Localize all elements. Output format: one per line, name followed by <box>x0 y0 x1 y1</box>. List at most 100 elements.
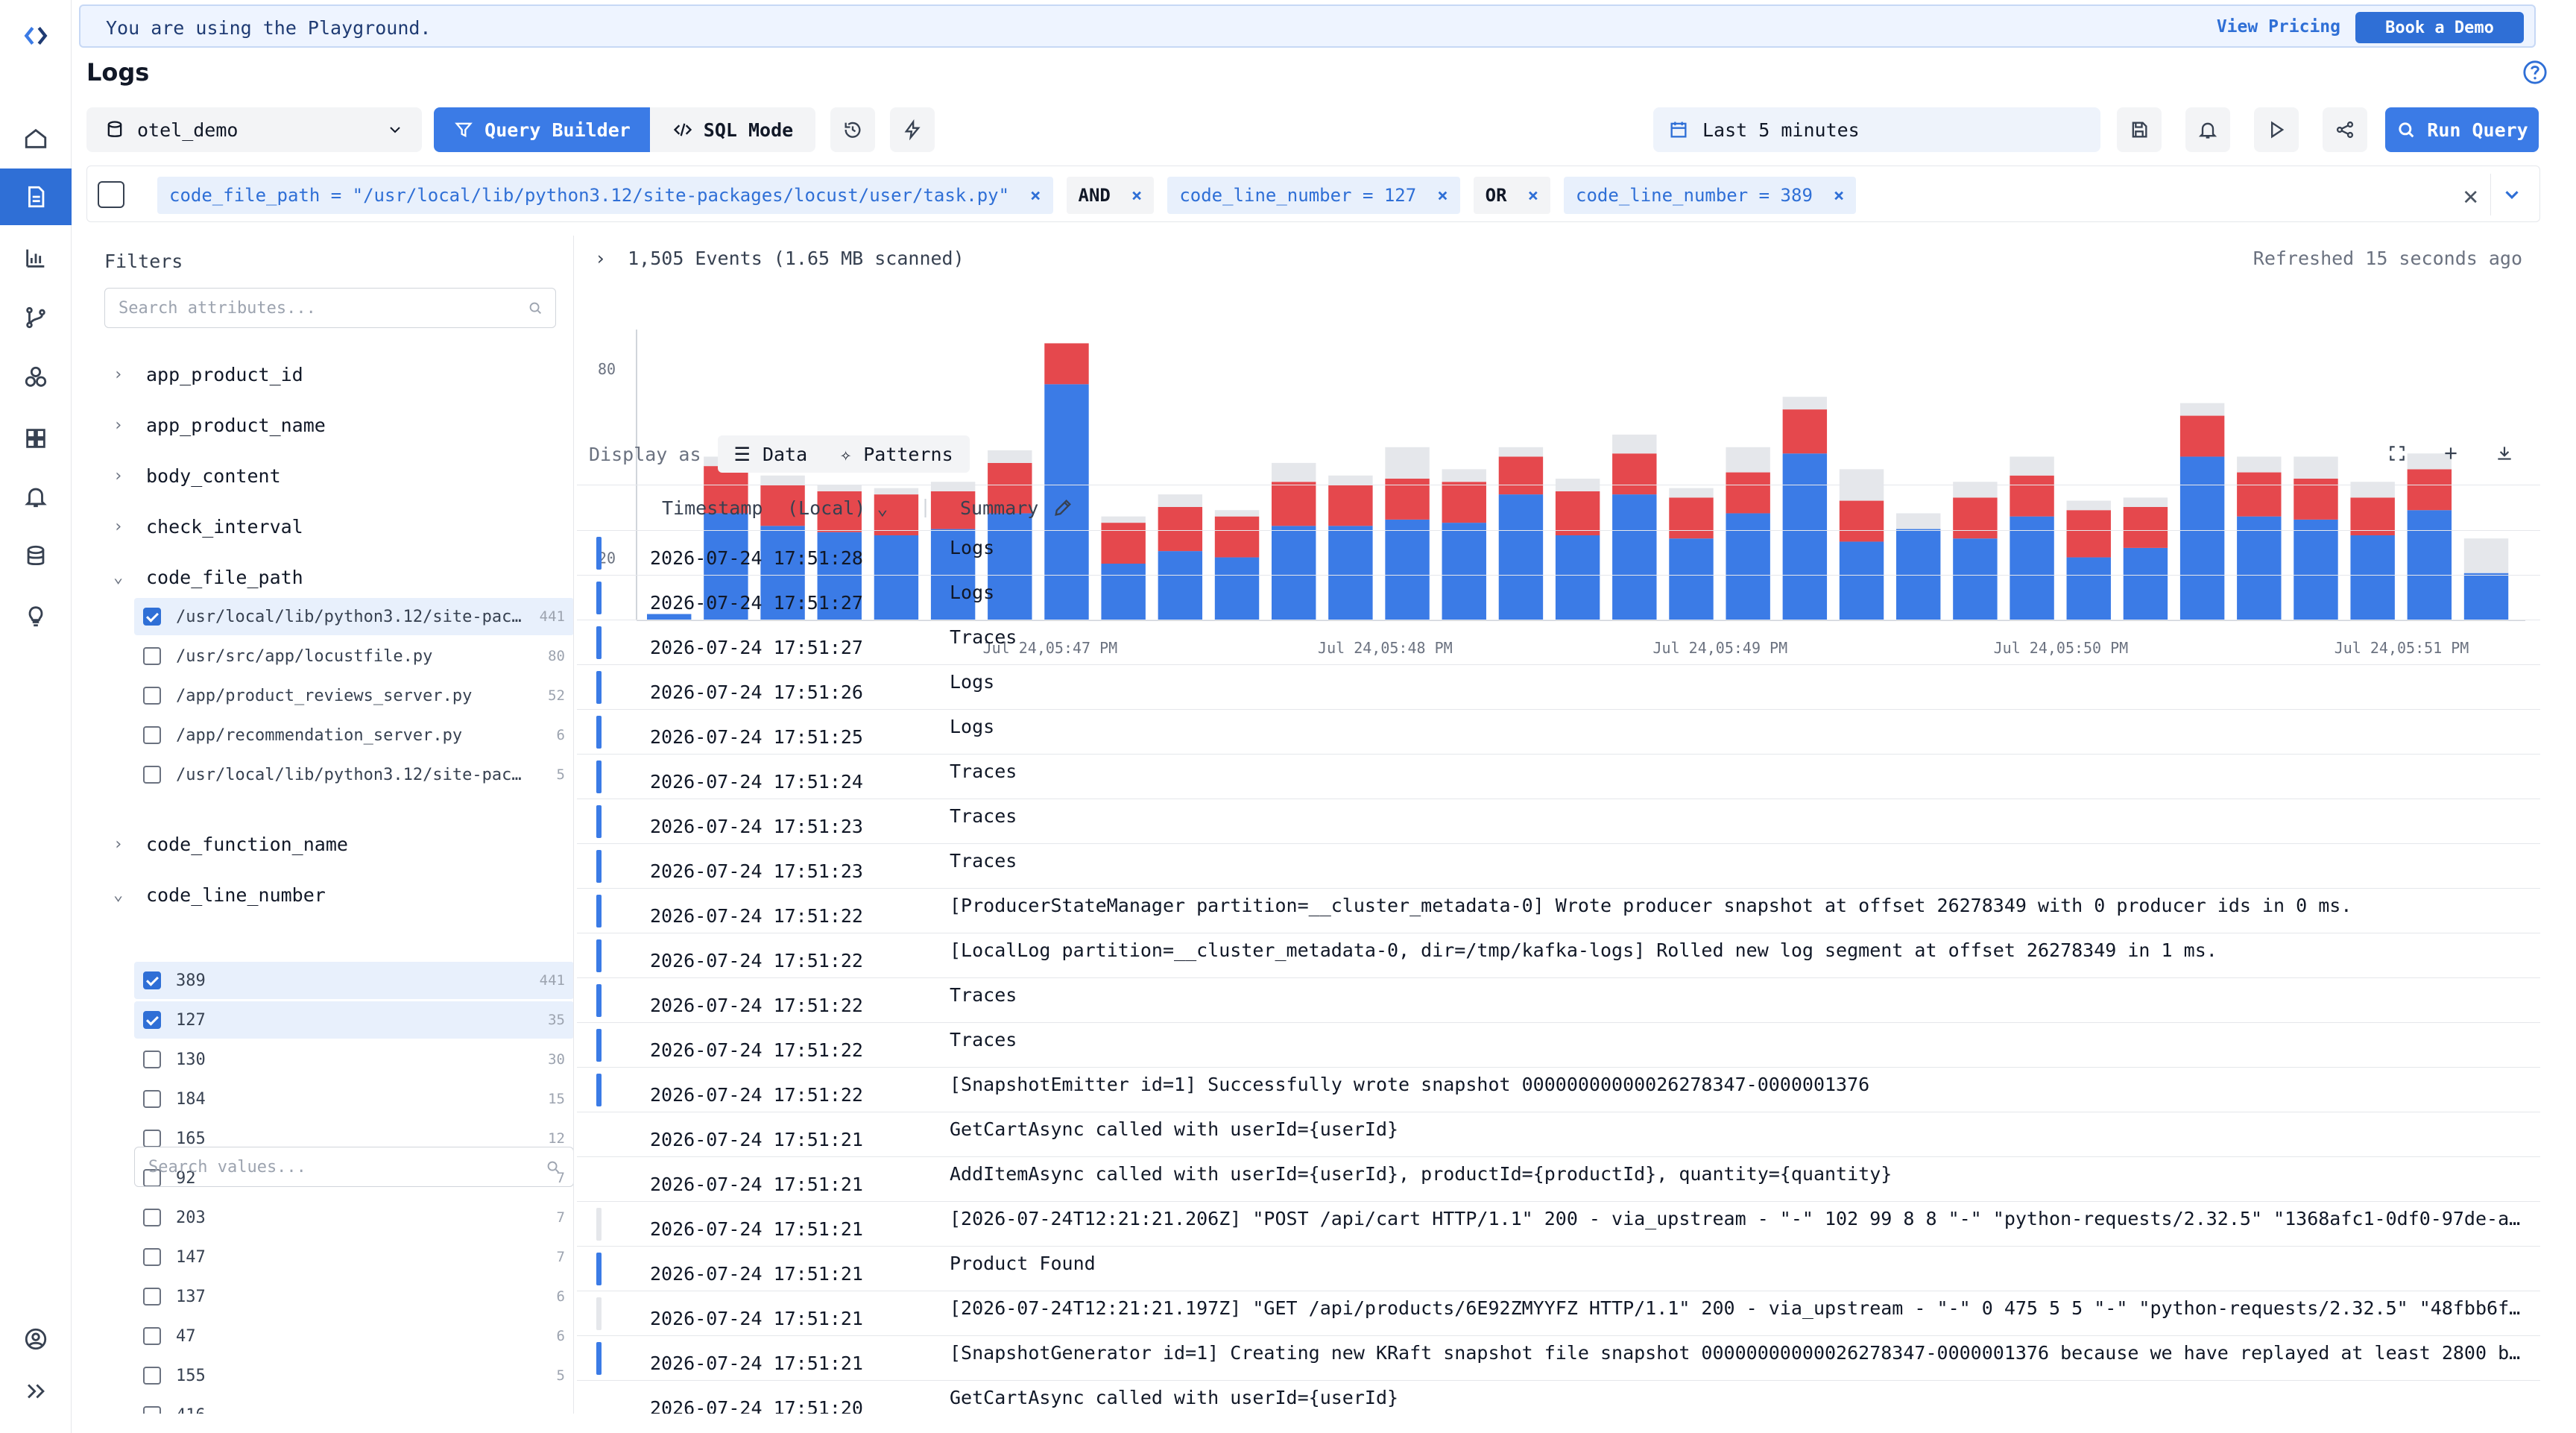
table-row[interactable]: 2026-07-24 17:51:22 Traces <box>577 1023 2540 1068</box>
attribute-check-interval[interactable]: › check_interval <box>113 516 303 538</box>
logs-nav-icon[interactable] <box>0 169 72 225</box>
alerts-bell-icon[interactable] <box>0 468 72 525</box>
table-row[interactable]: 2026-07-24 17:51:25 Logs <box>577 710 2540 755</box>
remove-chip-icon[interactable]: × <box>1437 185 1448 206</box>
bar-other[interactable] <box>2237 456 2282 473</box>
table-row[interactable]: 2026-07-24 17:51:22 Traces <box>577 978 2540 1023</box>
bar-other[interactable] <box>1272 462 1316 482</box>
checkbox[interactable] <box>143 608 161 626</box>
share-button[interactable] <box>2323 107 2367 152</box>
table-row[interactable]: 2026-07-24 17:51:22 [LocalLog partition=_… <box>577 933 2540 978</box>
table-row[interactable]: 2026-07-24 17:51:21 Product Found <box>577 1247 2540 1291</box>
filter-value-row[interactable]: 47 6 <box>134 1317 573 1355</box>
quick-action-button[interactable] <box>890 107 935 152</box>
bar-other[interactable] <box>1328 475 1373 485</box>
book-demo-button[interactable]: Book a Demo <box>2355 12 2524 43</box>
summary-column-header[interactable]: Summary <box>960 497 1038 519</box>
add-column-icon[interactable] <box>2436 438 2466 468</box>
checkbox[interactable] <box>143 1090 161 1108</box>
remove-chip-icon[interactable]: × <box>1834 185 1844 206</box>
checkbox[interactable] <box>143 1406 161 1414</box>
bar-other[interactable] <box>2294 456 2338 479</box>
create-alert-button[interactable] <box>2185 107 2230 152</box>
query-operator-chip[interactable]: OR × <box>1473 177 1551 214</box>
bar-other[interactable] <box>1782 397 1828 410</box>
checkbox[interactable] <box>143 687 161 705</box>
filter-value-row[interactable]: 137 6 <box>134 1278 573 1315</box>
display-data-tab[interactable]: ☰ Data <box>717 435 824 473</box>
database-icon[interactable] <box>0 528 72 585</box>
checkbox[interactable] <box>143 647 161 665</box>
edit-pencil-icon[interactable] <box>1052 497 1073 518</box>
table-row[interactable]: 2026-07-24 17:51:23 Traces <box>577 799 2540 844</box>
filter-value-row[interactable]: /usr/src/app/locustfile.py 80 <box>134 637 573 675</box>
bar-other[interactable] <box>1726 447 1770 473</box>
fullscreen-icon[interactable] <box>2382 438 2412 468</box>
filter-value-row[interactable]: 203 7 <box>134 1199 573 1236</box>
checkbox[interactable] <box>143 1367 161 1385</box>
bar-other[interactable] <box>760 475 805 485</box>
filter-value-row[interactable]: /app/recommendation_server.py 6 <box>134 716 573 754</box>
table-row[interactable]: 2026-07-24 17:51:28 Logs <box>577 531 2540 576</box>
expand-query-button[interactable] <box>2490 174 2532 215</box>
filter-value-row[interactable]: 127 35 <box>134 1001 573 1039</box>
download-icon[interactable] <box>2490 438 2519 468</box>
bar-error[interactable] <box>2179 415 2225 457</box>
timestamp-column-header[interactable]: Timestamp <box>662 497 763 519</box>
checkbox[interactable] <box>143 1248 161 1266</box>
expand-sidebar-icon[interactable] <box>0 1363 72 1420</box>
attribute-code-function-name[interactable]: › code_function_name <box>113 834 348 855</box>
table-row[interactable]: 2026-07-24 17:51:27 Logs <box>577 576 2540 620</box>
clear-query-icon[interactable]: ✕ <box>2463 181 2478 211</box>
table-row[interactable]: 2026-07-24 17:51:22 [ProducerStateManager… <box>577 889 2540 933</box>
table-row[interactable]: 2026-07-24 17:51:26 Logs <box>577 665 2540 710</box>
attribute-search-input[interactable]: Search attributes... <box>104 288 556 328</box>
source-select[interactable]: otel_demo <box>86 107 422 152</box>
remove-chip-icon[interactable]: × <box>1030 185 1041 206</box>
timezone-selector[interactable]: (Local) ⌄ <box>787 497 888 519</box>
attribute-app-product-id[interactable]: › app_product_id <box>113 364 303 385</box>
remove-chip-icon[interactable]: × <box>1528 185 1538 206</box>
query-filter-chip[interactable]: code_line_number = 127 × <box>1167 177 1460 214</box>
bar-other[interactable] <box>1612 434 1657 454</box>
display-patterns-tab[interactable]: ✧ Patterns <box>824 435 970 473</box>
filter-value-row[interactable]: 130 30 <box>134 1041 573 1078</box>
dashboards-icon[interactable] <box>0 410 72 467</box>
query-filter-chip[interactable]: code_file_path = "/usr/local/lib/python3… <box>157 177 1053 214</box>
filter-value-row[interactable]: /usr/local/lib/python3.12/site-packages/… <box>134 598 573 635</box>
bar-other[interactable] <box>2010 456 2054 476</box>
checkbox[interactable] <box>143 1051 161 1068</box>
table-row[interactable]: 2026-07-24 17:51:20 GetCartAsync called w… <box>577 1381 2540 1414</box>
table-row[interactable]: 2026-07-24 17:51:21 AddItemAsync called w… <box>577 1157 2540 1202</box>
attribute-code-file-path[interactable]: ⌄ code_file_path <box>113 567 303 588</box>
filter-value-row[interactable]: /app/product_reviews_server.py 52 <box>134 677 573 714</box>
traces-branch-icon[interactable] <box>0 289 72 346</box>
bar-other[interactable] <box>2179 403 2225 416</box>
attribute-body-content[interactable]: › body_content <box>113 465 281 487</box>
view-pricing-link[interactable]: View Pricing <box>2217 17 2340 37</box>
checkbox[interactable] <box>143 1288 161 1306</box>
logo-icon[interactable] <box>0 7 72 64</box>
filter-value-row[interactable]: 184 15 <box>134 1080 573 1118</box>
table-row[interactable]: 2026-07-24 17:51:21 GetCartAsync called w… <box>577 1112 2540 1157</box>
events-summary[interactable]: › 1,505 Events (1.65 MB scanned) <box>595 248 965 269</box>
history-button[interactable] <box>830 107 875 152</box>
checkbox[interactable] <box>143 971 161 989</box>
lightbulb-icon[interactable] <box>0 588 72 644</box>
collapse-filters-icon[interactable] <box>98 181 124 208</box>
remove-chip-icon[interactable]: × <box>1131 185 1142 206</box>
sql-mode-button[interactable]: SQL Mode <box>650 107 815 152</box>
bar-other[interactable] <box>1442 469 1486 482</box>
save-query-button[interactable] <box>2117 107 2162 152</box>
filter-value-row[interactable]: 155 5 <box>134 1357 573 1394</box>
metrics-chart-icon[interactable] <box>0 230 72 286</box>
table-row[interactable]: 2026-07-24 17:51:27 Traces <box>577 620 2540 665</box>
filter-value-row[interactable]: 389 441 <box>134 962 573 999</box>
help-icon[interactable] <box>2522 60 2548 85</box>
filter-value-row[interactable]: 416 <box>134 1396 573 1414</box>
live-tail-button[interactable] <box>2254 107 2299 152</box>
filter-value-row[interactable]: /usr/local/lib/python3.12/site-packages/… <box>134 756 573 793</box>
query-filter-chip[interactable]: code_line_number = 389 × <box>1564 177 1857 214</box>
table-row[interactable]: 2026-07-24 17:51:21 [2026-07-24T12:21:21.… <box>577 1291 2540 1336</box>
time-range-picker[interactable]: Last 5 minutes <box>1653 107 2100 152</box>
